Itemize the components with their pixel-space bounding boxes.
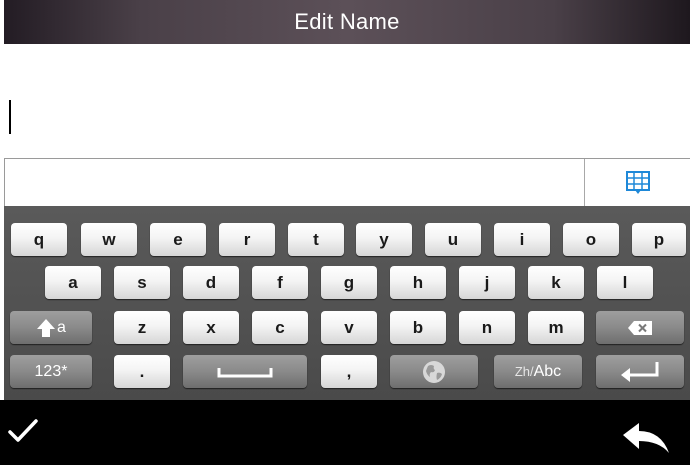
key-j[interactable]: j — [459, 266, 515, 299]
backspace-icon — [628, 320, 652, 335]
key-x[interactable]: x — [183, 311, 239, 344]
comma-key[interactable]: , — [321, 355, 377, 388]
key-q[interactable]: q — [11, 223, 67, 256]
key-d[interactable]: d — [183, 266, 239, 299]
confirm-button[interactable] — [6, 414, 40, 448]
key-a[interactable]: a — [45, 266, 101, 299]
key-y[interactable]: y — [356, 223, 412, 256]
space-key[interactable] — [183, 355, 307, 388]
key-m[interactable]: m — [528, 311, 584, 344]
key-b[interactable]: b — [390, 311, 446, 344]
key-i[interactable]: i — [494, 223, 550, 256]
shift-arrow-icon — [37, 318, 56, 337]
language-key[interactable]: Zh/ Abc — [494, 355, 582, 388]
name-input-field[interactable] — [0, 44, 690, 158]
key-f[interactable]: f — [252, 266, 308, 299]
key-r[interactable]: r — [219, 223, 275, 256]
candidate-bar — [4, 158, 690, 207]
language-label: Abc — [533, 362, 562, 380]
period-key[interactable]: . — [114, 355, 170, 388]
key-u[interactable]: u — [425, 223, 481, 256]
key-w[interactable]: w — [81, 223, 137, 256]
key-o[interactable]: o — [563, 223, 619, 256]
key-e[interactable]: e — [150, 223, 206, 256]
key-g[interactable]: g — [321, 266, 377, 299]
back-arrow-icon — [623, 423, 669, 453]
space-icon — [217, 367, 273, 377]
on-screen-keyboard: q w e r t y u i o p a s d f g h j k l a … — [4, 206, 690, 400]
key-z[interactable]: z — [114, 311, 170, 344]
key-n[interactable]: n — [459, 311, 515, 344]
grid-button[interactable] — [585, 159, 690, 206]
title-bar: Edit Name — [4, 0, 690, 44]
enter-key[interactable] — [596, 355, 684, 388]
bottom-bar — [0, 400, 690, 465]
key-t[interactable]: t — [288, 223, 344, 256]
globe-icon — [423, 360, 445, 383]
key-p[interactable]: p — [632, 223, 686, 256]
grid-icon — [626, 170, 650, 194]
checkmark-icon — [8, 419, 38, 442]
page-title: Edit Name — [294, 9, 400, 34]
numbers-label: 123* — [34, 362, 68, 380]
key-k[interactable]: k — [528, 266, 584, 299]
enter-icon — [621, 361, 659, 382]
numbers-key[interactable]: 123* — [10, 355, 92, 388]
shift-key[interactable]: a — [10, 311, 92, 344]
key-h[interactable]: h — [390, 266, 446, 299]
edit-name-screen: Edit Name q w e r t y u i o p a s d f g … — [0, 0, 690, 465]
key-c[interactable]: c — [252, 311, 308, 344]
backspace-key[interactable] — [596, 311, 684, 344]
back-button[interactable] — [620, 420, 672, 456]
key-v[interactable]: v — [321, 311, 377, 344]
key-l[interactable]: l — [597, 266, 653, 299]
key-s[interactable]: s — [114, 266, 170, 299]
language-prefix: Zh/ — [514, 364, 534, 379]
text-cursor — [9, 100, 11, 134]
shift-label: a — [57, 318, 66, 336]
globe-key[interactable] — [390, 355, 478, 388]
